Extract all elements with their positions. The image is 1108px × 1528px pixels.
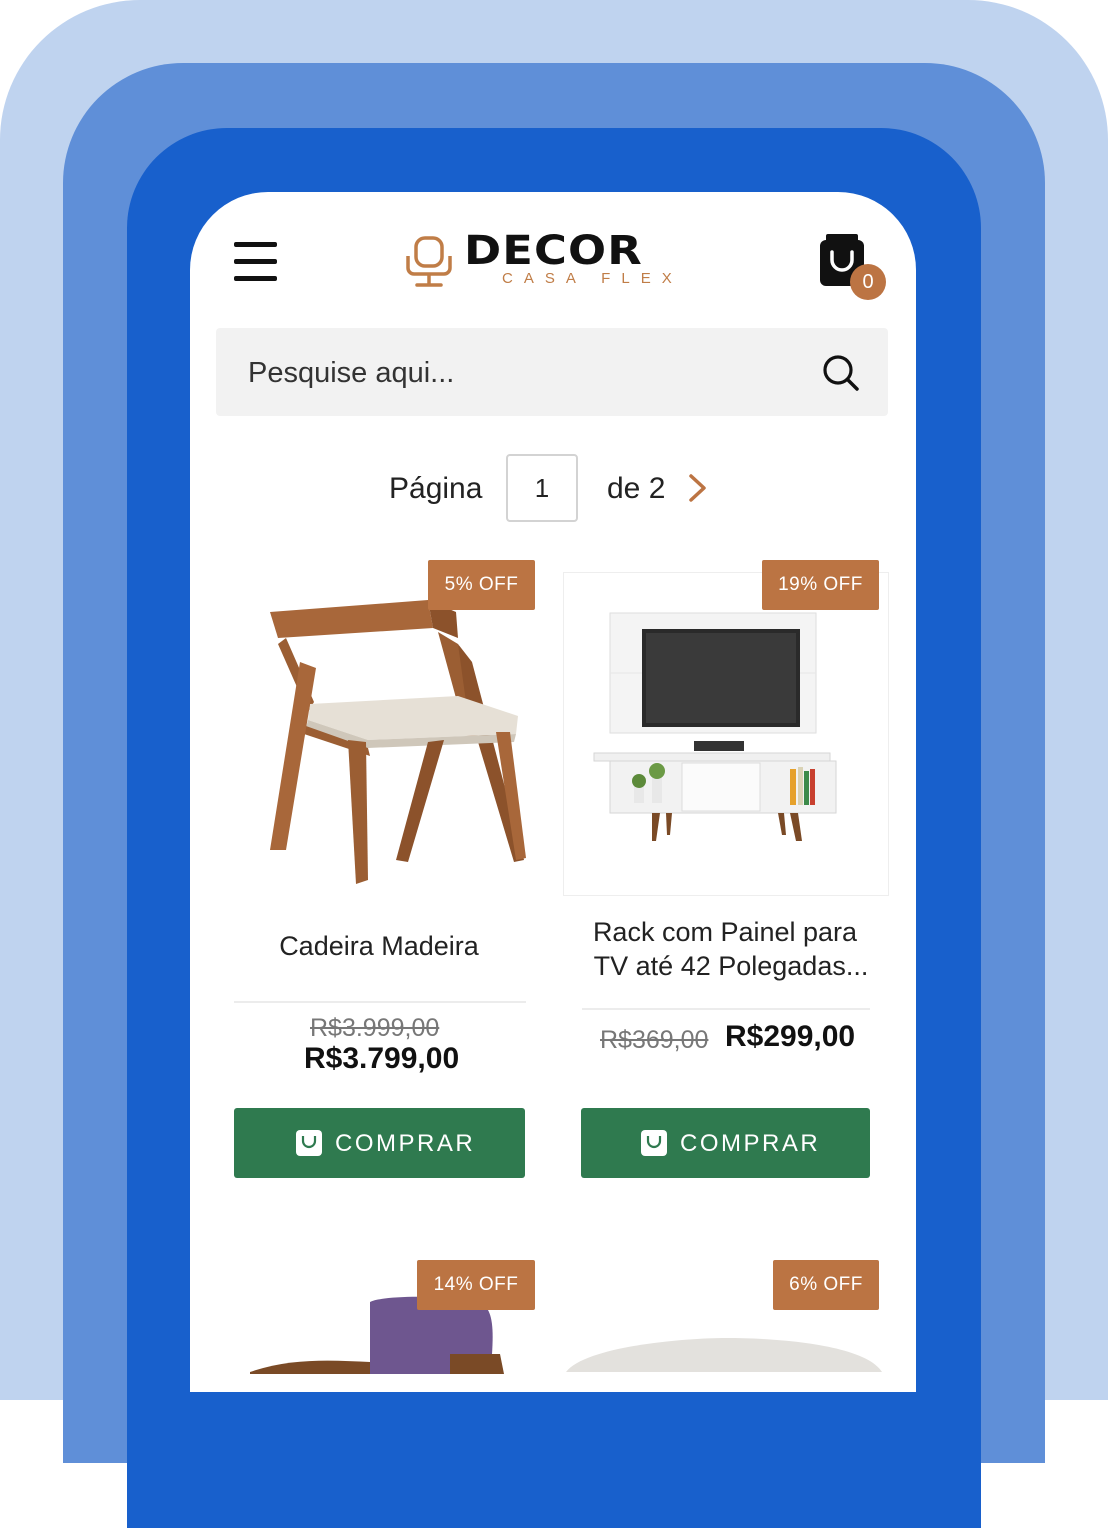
product-name-line-1[interactable]: Rack com Painel para [576,916,874,949]
buy-button[interactable]: COMPRAR [581,1108,870,1178]
chair-product-image[interactable] [258,592,538,892]
product-name-line-2[interactable]: TV até 42 Polegadas... [582,950,880,983]
buy-button[interactable]: COMPRAR [234,1108,525,1178]
buy-button-label: COMPRAR [680,1130,821,1157]
current-price: R$3.799,00 [304,1042,460,1075]
tv-rack-product-image [593,612,837,841]
divider [234,1001,526,1003]
discount-badge: 5% OFF [428,560,535,610]
round-table-product-image[interactable] [566,1332,886,1372]
discount-badge: 6% OFF [773,1260,879,1310]
shopping-bag-icon [641,1130,667,1156]
rack-product-image-frame[interactable] [563,572,889,896]
shopping-bag-icon [296,1130,322,1156]
current-price: R$299,00 [725,1020,856,1053]
discount-badge: 14% OFF [417,1260,535,1310]
discount-badge: 19% OFF [762,560,879,610]
buy-button-label: COMPRAR [335,1130,476,1157]
product-name[interactable]: Cadeira Madeira [234,930,524,963]
phone-screen: DECOR CASA FLEX 0 Página 1 de 2 [190,192,916,1392]
old-price: R$3.999,00 [310,1014,440,1042]
old-price: R$369,00 [600,1026,709,1054]
divider [582,1008,870,1010]
